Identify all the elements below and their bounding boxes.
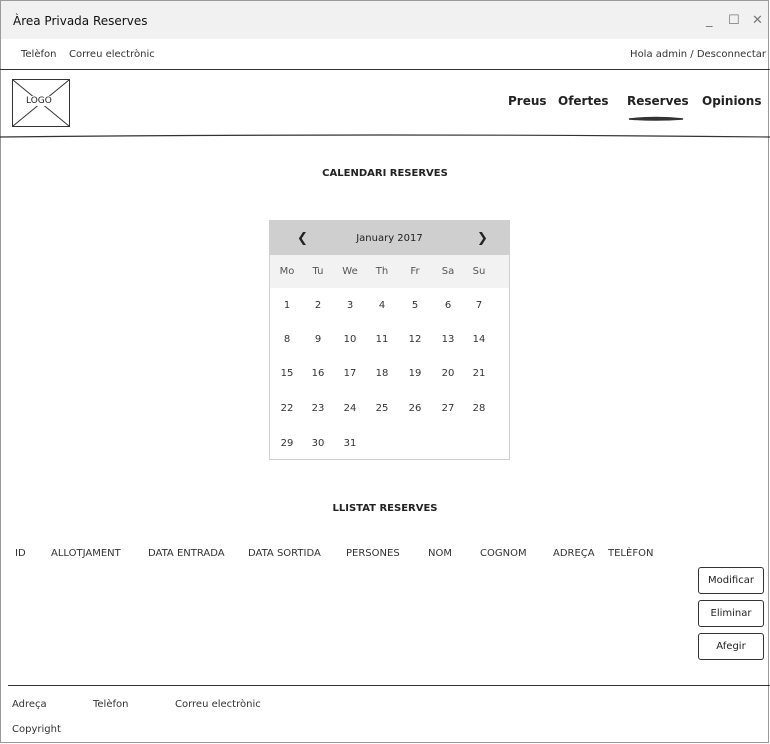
calendar-day[interactable]: 24 <box>335 403 365 414</box>
col-telefon: TELÈFON <box>608 548 654 559</box>
nav-item-reserves[interactable]: Reserves <box>627 94 689 108</box>
calendar-day[interactable]: 22 <box>272 403 302 414</box>
logo[interactable]: LOGO <box>12 79 70 127</box>
calendar-day[interactable]: 26 <box>400 403 430 414</box>
top-email-link[interactable]: Correu electrònic <box>69 49 155 60</box>
calendar-day[interactable]: 17 <box>335 368 365 379</box>
reservations-title: LLISTAT RESERVES <box>332 503 438 514</box>
col-adreca: ADREÇA <box>553 548 595 559</box>
weekday-th: Th <box>375 266 389 277</box>
calendar-day[interactable]: 29 <box>272 438 302 449</box>
header-bottom-divider <box>0 134 770 138</box>
calendar-day[interactable]: 6 <box>433 300 463 311</box>
nav-item-ofertes[interactable]: Ofertes <box>558 94 609 108</box>
title-bar: Àrea Privada Reserves _ ☐ ✕ <box>1 1 768 39</box>
delete-button[interactable]: Eliminar <box>698 600 764 627</box>
nav-item-preus[interactable]: Preus <box>508 94 547 108</box>
calendar-day[interactable]: 5 <box>400 300 430 311</box>
calendar-day[interactable]: 31 <box>335 438 365 449</box>
calendar-header: ❮ January 2017 ❯ <box>270 221 509 255</box>
nav-item-opinions[interactable]: Opinions <box>702 94 762 108</box>
minimize-icon[interactable]: _ <box>706 13 713 28</box>
calendar-day[interactable]: 25 <box>367 403 397 414</box>
col-data-entrada: DATA ENTRADA <box>148 548 225 559</box>
calendar-day[interactable]: 21 <box>464 368 494 379</box>
calendar-day[interactable]: 23 <box>303 403 333 414</box>
user-logout-link[interactable]: Hola admin / Desconnectar <box>630 49 766 60</box>
weekday-we: We <box>342 266 358 277</box>
col-persones: PERSONES <box>346 548 400 559</box>
calendar-day[interactable]: 4 <box>367 300 397 311</box>
weekday-mo: Mo <box>279 266 295 277</box>
window-title: Àrea Privada Reserves <box>13 14 148 28</box>
logo-label: LOGO <box>25 96 53 106</box>
active-nav-underline <box>628 116 684 121</box>
calendar: ❮ January 2017 ❯ Mo Tu We Th Fr Sa Su 12… <box>269 220 510 460</box>
calendar-next-icon[interactable]: ❯ <box>477 231 488 246</box>
calendar-day[interactable]: 3 <box>335 300 365 311</box>
weekday-fr: Fr <box>410 266 420 277</box>
calendar-day[interactable]: 15 <box>272 368 302 379</box>
header-top-divider <box>0 69 770 70</box>
calendar-day[interactable]: 28 <box>464 403 494 414</box>
calendar-day[interactable]: 27 <box>433 403 463 414</box>
calendar-weekday-row: Mo Tu We Th Fr Sa Su <box>270 255 509 288</box>
col-id: ID <box>15 548 26 559</box>
footer-phone: Telèfon <box>93 699 129 710</box>
calendar-day[interactable]: 30 <box>303 438 333 449</box>
calendar-day[interactable]: 18 <box>367 368 397 379</box>
col-allotjament: ALLOTJAMENT <box>51 548 121 559</box>
calendar-title: CALENDARI RESERVES <box>322 168 448 179</box>
modify-button[interactable]: Modificar <box>698 567 764 594</box>
weekday-su: Su <box>472 266 486 277</box>
calendar-day[interactable]: 8 <box>272 334 302 345</box>
calendar-day[interactable]: 19 <box>400 368 430 379</box>
footer-divider <box>8 685 770 686</box>
top-phone-link[interactable]: Telèfon <box>21 49 56 60</box>
weekday-tu: Tu <box>312 266 324 277</box>
calendar-day[interactable]: 16 <box>303 368 333 379</box>
maximize-icon[interactable]: ☐ <box>728 13 740 28</box>
calendar-day[interactable]: 10 <box>335 334 365 345</box>
calendar-day[interactable]: 20 <box>433 368 463 379</box>
calendar-month-label: January 2017 <box>356 233 423 244</box>
calendar-day[interactable]: 2 <box>303 300 333 311</box>
calendar-day[interactable]: 13 <box>433 334 463 345</box>
col-nom: NOM <box>428 548 452 559</box>
calendar-day[interactable]: 11 <box>367 334 397 345</box>
footer-email: Correu electrònic <box>175 699 261 710</box>
calendar-day[interactable]: 7 <box>464 300 494 311</box>
col-data-sortida: DATA SORTIDA <box>248 548 321 559</box>
add-button[interactable]: Afegir <box>698 633 764 660</box>
col-cognom: COGNOM <box>480 548 527 559</box>
close-icon[interactable]: ✕ <box>752 13 763 28</box>
footer-address: Adreça <box>12 699 47 710</box>
calendar-day[interactable]: 9 <box>303 334 333 345</box>
footer-copyright: Copyright <box>12 724 61 735</box>
calendar-day[interactable]: 14 <box>464 334 494 345</box>
calendar-day[interactable]: 12 <box>400 334 430 345</box>
calendar-day[interactable]: 1 <box>272 300 302 311</box>
weekday-sa: Sa <box>441 266 455 277</box>
